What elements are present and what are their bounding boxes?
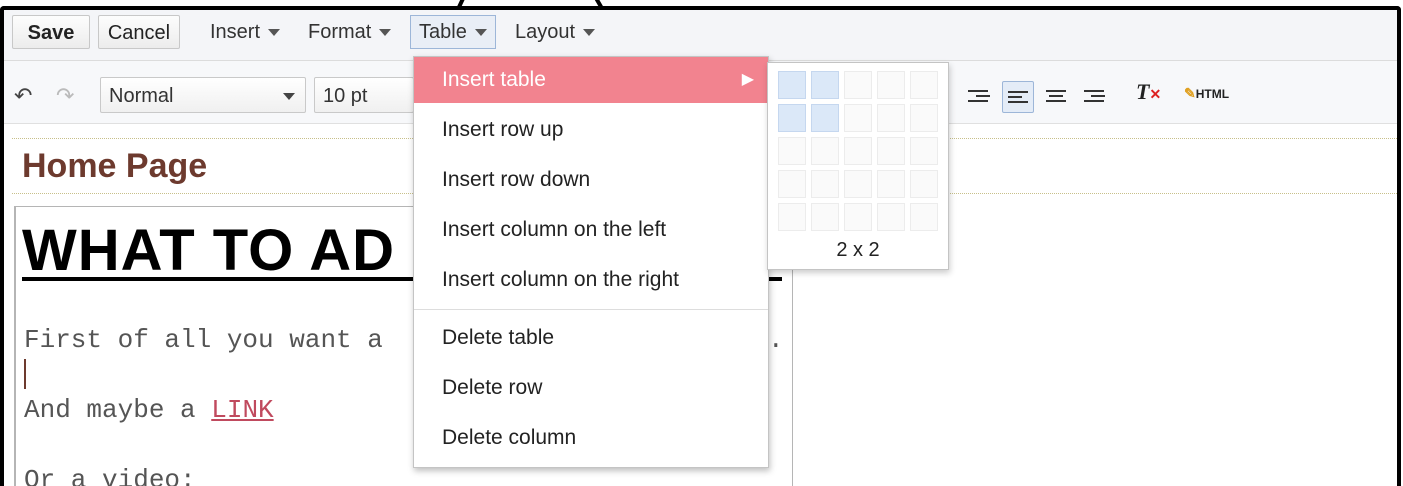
table-size-cell[interactable] (910, 203, 938, 231)
font-size-select[interactable]: 10 pt (314, 77, 414, 113)
menu-item-insert-row-down[interactable]: Insert row down (414, 157, 768, 203)
chevron-down-icon (283, 93, 295, 100)
table-size-cell[interactable] (910, 71, 938, 99)
table-size-cell[interactable] (910, 137, 938, 165)
table-size-cell[interactable] (778, 170, 806, 198)
menu-item-insert-column-right[interactable]: Insert column on the right (414, 257, 768, 303)
table-size-cell[interactable] (844, 137, 872, 165)
menu-item-insert-row-up[interactable]: Insert row up (414, 107, 768, 153)
chevron-down-icon (583, 29, 596, 37)
table-size-label: 2 x 2 (836, 239, 880, 261)
content-link[interactable]: LINK (211, 395, 273, 425)
insert-menu[interactable]: Insert (202, 15, 288, 49)
save-button[interactable]: Save (12, 15, 90, 49)
menu-item-delete-column[interactable]: Delete column (414, 415, 768, 461)
table-size-cell[interactable] (877, 170, 905, 198)
chevron-down-icon (474, 29, 487, 37)
paragraph-style-value: Normal (109, 85, 174, 107)
cancel-button[interactable]: Cancel (98, 15, 180, 49)
table-size-cell[interactable] (844, 71, 872, 99)
align-right-icon[interactable] (1078, 81, 1110, 113)
table-menu-label: Table (419, 21, 467, 43)
table-size-cell[interactable] (811, 104, 839, 132)
table-size-cell[interactable] (778, 71, 806, 99)
align-left-icon[interactable] (1002, 81, 1034, 113)
text-cursor (24, 359, 26, 389)
table-size-cell[interactable] (778, 137, 806, 165)
content-line-3: Or a video: (24, 465, 196, 486)
table-size-cell[interactable] (844, 170, 872, 198)
table-size-cell[interactable] (811, 203, 839, 231)
content-line-2-prefix: And maybe a (24, 395, 212, 425)
chevron-down-icon (268, 29, 281, 37)
format-menu[interactable]: Format (300, 15, 399, 49)
align-center-icon[interactable] (1040, 81, 1072, 113)
content-line-1: First of all you want a (24, 325, 383, 355)
redo-icon[interactable]: ↷ (56, 83, 74, 109)
font-size-value: 10 pt (323, 85, 368, 107)
paragraph-style-select[interactable]: Normal (100, 77, 306, 113)
table-menu[interactable]: Table (410, 15, 496, 49)
menu-item-label: Insert table (442, 68, 546, 91)
table-size-cell[interactable] (811, 137, 839, 165)
insert-menu-label: Insert (210, 21, 261, 43)
pencil-icon: ✎ (1184, 85, 1196, 101)
content-headline: WHAT TO AD (22, 218, 395, 283)
submenu-arrow-icon: ▶ (741, 71, 754, 88)
content-line-2: And maybe a LINK (24, 395, 274, 425)
table-size-cell[interactable] (877, 137, 905, 165)
table-size-cell[interactable] (877, 71, 905, 99)
content-line-1-end: . (768, 325, 784, 355)
table-size-cell[interactable] (811, 71, 839, 99)
html-edit-icon[interactable]: ✎HTML (1184, 85, 1229, 102)
table-size-picker: 2 x 2 (767, 62, 949, 270)
table-size-cell[interactable] (811, 170, 839, 198)
format-menu-label: Format (308, 21, 372, 43)
table-size-cell[interactable] (844, 104, 872, 132)
table-size-cell[interactable] (877, 104, 905, 132)
layout-menu-label: Layout (515, 21, 576, 43)
table-size-cell[interactable] (877, 203, 905, 231)
table-size-cell[interactable] (778, 104, 806, 132)
table-size-cell[interactable] (910, 170, 938, 198)
editor-window: Save Cancel Insert Format Table Layout ↶… (0, 6, 1401, 486)
layout-menu[interactable]: Layout (507, 15, 603, 49)
menu-item-insert-column-left[interactable]: Insert column on the left (414, 207, 768, 253)
chevron-down-icon (379, 29, 392, 37)
menu-divider (414, 309, 768, 310)
menu-bar: Save Cancel Insert Format Table Layout (4, 10, 1397, 61)
menu-item-insert-table[interactable]: Insert table ▶ (414, 57, 768, 103)
indent-icon[interactable] (962, 81, 994, 113)
table-dropdown-menu: Insert table ▶ Insert row up Insert row d… (413, 56, 769, 468)
html-label: HTML (1195, 87, 1230, 101)
menu-item-delete-table[interactable]: Delete table (414, 315, 768, 361)
menu-item-delete-row[interactable]: Delete row (414, 365, 768, 411)
clear-formatting-icon[interactable]: T✕ (1136, 79, 1161, 105)
table-size-cell[interactable] (844, 203, 872, 231)
page-title: Home Page (22, 147, 208, 185)
table-size-cell[interactable] (910, 104, 938, 132)
undo-icon[interactable]: ↶ (14, 83, 32, 109)
table-size-cell[interactable] (778, 203, 806, 231)
